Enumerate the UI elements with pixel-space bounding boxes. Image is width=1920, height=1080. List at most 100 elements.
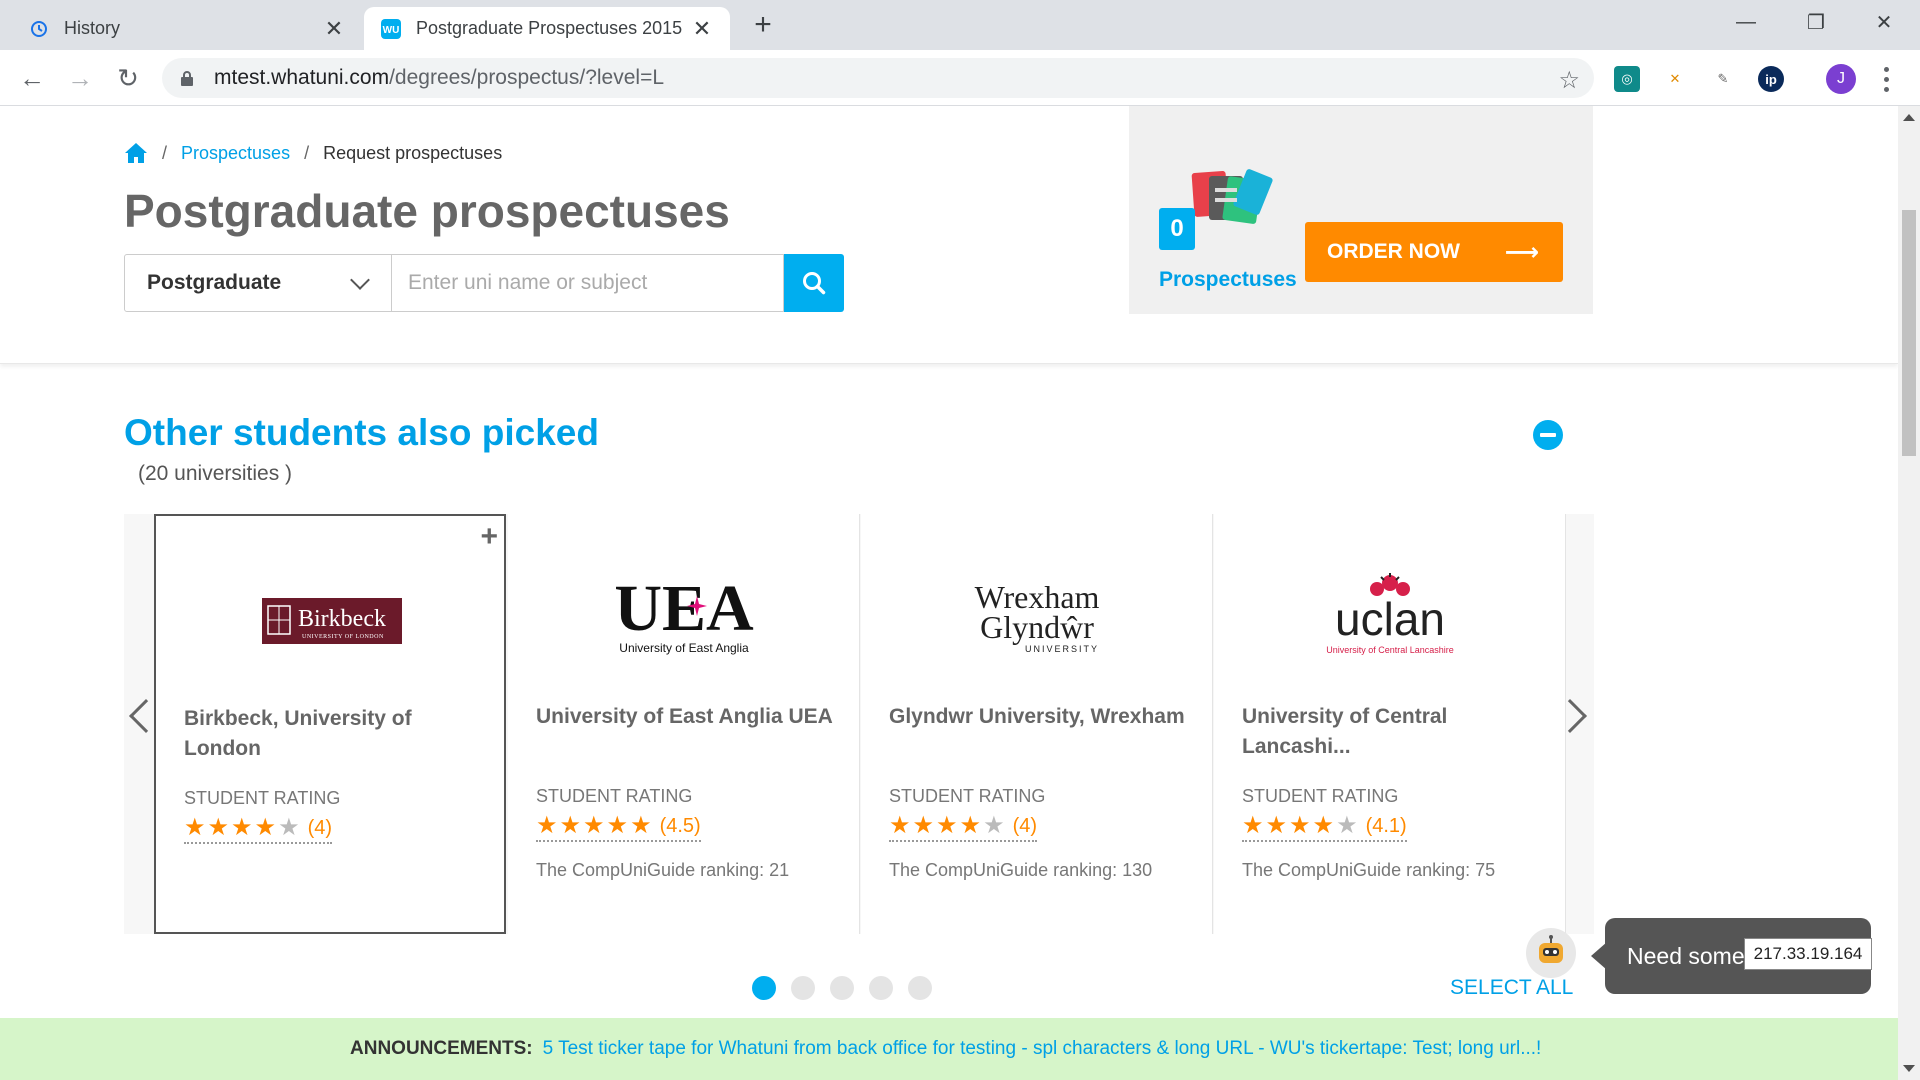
rating-label: STUDENT RATING	[536, 786, 693, 806]
tab-label: History	[64, 18, 121, 38]
rating-value: (4)	[1012, 814, 1038, 837]
university-name[interactable]: Birkbeck, University of London	[184, 704, 484, 764]
svg-text:UNIVERSITY: UNIVERSITY	[1025, 644, 1099, 654]
tab-history[interactable]: History ✕	[12, 7, 362, 50]
menu-icon[interactable]	[1874, 64, 1898, 94]
order-now-button[interactable]: ORDER NOW ⟶	[1305, 222, 1563, 282]
rating-value: (4.5)	[659, 814, 701, 837]
carousel-dot[interactable]	[908, 976, 932, 1000]
chatbot-avatar-icon[interactable]	[1526, 928, 1576, 978]
close-tab-icon[interactable]: ✕	[322, 16, 346, 42]
star-rating: ★ ★ ★ ★ ★ (4)	[889, 812, 1038, 842]
breadcrumb-separator: /	[304, 142, 310, 163]
star-icon: ★	[559, 812, 582, 839]
collapse-icon[interactable]	[1533, 420, 1563, 450]
scroll-up-icon[interactable]	[1903, 114, 1915, 121]
svg-text:WU: WU	[383, 25, 400, 36]
scrollbar-thumb[interactable]	[1902, 210, 1916, 456]
university-card[interactable]: UEA University of East Anglia University …	[508, 514, 860, 934]
star-icon: ★	[184, 814, 206, 841]
extension-icon[interactable]: ◎	[1614, 66, 1640, 92]
page-title: Postgraduate prospectuses	[124, 185, 730, 237]
star-icon: ★	[231, 814, 253, 841]
scroll-down-icon[interactable]	[1903, 1065, 1915, 1072]
level-select[interactable]: Postgraduate	[124, 254, 392, 312]
restore-icon[interactable]: ❐	[1786, 0, 1846, 44]
search-input[interactable]	[392, 254, 784, 312]
birkbeck-logo: Birkbeck UNIVERSITY OF LONDON	[156, 566, 508, 676]
svg-text:University of East Anglia: University of East Anglia	[619, 641, 749, 655]
home-icon[interactable]	[124, 142, 148, 164]
prospectus-basket-link[interactable]: Prospectuses	[1159, 268, 1297, 292]
star-icon: ★	[630, 812, 652, 839]
breadcrumb: / Prospectuses / Request prospectuses	[124, 142, 502, 164]
ticker-label: ANNOUNCEMENTS:	[350, 1038, 533, 1059]
star-rating: ★ ★ ★ ★ ★ (4.5)	[536, 814, 701, 842]
star-icon: ★	[606, 812, 629, 839]
page-scrollbar[interactable]	[1898, 106, 1920, 1080]
rating-label: STUDENT RATING	[184, 788, 341, 808]
extension-icon[interactable]: ✎	[1710, 66, 1736, 92]
carousel-pagination	[752, 976, 947, 1000]
star-icon: ★	[936, 812, 958, 839]
tab-prospectuses[interactable]: WU Postgraduate Prospectuses 2015 ✕	[364, 7, 730, 50]
close-window-icon[interactable]: ✕	[1854, 0, 1914, 44]
address-bar[interactable]: mtest.whatuni.com/degrees/prospectus/?le…	[162, 58, 1594, 98]
rating-label: STUDENT RATING	[889, 786, 1046, 806]
back-icon[interactable]: ←	[14, 60, 50, 96]
search-button[interactable]	[784, 254, 844, 312]
star-icon: ★	[983, 812, 1005, 839]
breadcrumb-prospectuses-link[interactable]: Prospectuses	[181, 143, 290, 164]
tab-label: Postgraduate Prospectuses 2015	[416, 18, 683, 38]
select-all-link[interactable]: SELECT ALL	[1450, 976, 1573, 1000]
rating-value: (4)	[307, 816, 333, 839]
search-icon	[803, 272, 826, 295]
level-select-value: Postgraduate	[147, 271, 282, 294]
star-icon: ★	[959, 812, 982, 839]
university-card[interactable]: uclan University of Central Lancashire Un…	[1214, 514, 1566, 934]
university-card[interactable]: + Birkbeck UNIVERSITY OF LONDON Birkbeck,…	[154, 514, 506, 934]
ticker-link[interactable]: 5 Test ticker tape for Whatuni from back…	[543, 1038, 1542, 1060]
star-icon: ★	[536, 812, 558, 839]
page-content: / Prospectuses / Request prospectuses Po…	[0, 106, 1898, 1080]
svg-text:UEA: UEA	[614, 574, 754, 645]
uea-logo: UEA University of East Anglia	[508, 564, 860, 674]
breadcrumb-current: Request prospectuses	[323, 142, 503, 163]
university-name[interactable]: University of East Anglia UEA	[536, 702, 836, 732]
tab-strip: History ✕ WU Postgraduate Prospectuses 2…	[0, 0, 1920, 50]
extension-icon[interactable]: ip	[1758, 66, 1784, 92]
carousel-dot[interactable]	[830, 976, 854, 1000]
ranking-text: The CompUniGuide ranking: 75	[1242, 860, 1496, 880]
svg-text:UNIVERSITY OF LONDON: UNIVERSITY OF LONDON	[302, 634, 384, 640]
star-icon: ★	[583, 812, 605, 839]
minimize-icon[interactable]: —	[1716, 0, 1776, 44]
university-name[interactable]: University of Central Lancashi...	[1242, 702, 1542, 762]
forward-icon[interactable]: →	[62, 60, 98, 96]
url-text: mtest.whatuni.com/degrees/prospectus/?le…	[214, 66, 665, 89]
profile-avatar[interactable]: J	[1826, 64, 1856, 94]
star-icon: ★	[1312, 812, 1335, 839]
carousel-dot[interactable]	[869, 976, 893, 1000]
star-icon: ★	[1265, 812, 1288, 839]
star-icon: ★	[912, 812, 935, 839]
svg-text:Glyndŵr: Glyndŵr	[980, 609, 1094, 645]
carousel-dot[interactable]	[791, 976, 815, 1000]
extension-icon[interactable]: ✕	[1662, 66, 1688, 92]
close-tab-icon[interactable]: ✕	[690, 16, 714, 42]
star-icon: ★	[278, 814, 300, 841]
university-card[interactable]: Wrexham Glyndŵr UNIVERSITY Glyndwr Univers…	[861, 514, 1213, 934]
svg-text:uclan: uclan	[1335, 593, 1445, 645]
university-name[interactable]: Glyndwr University, Wrexham	[889, 702, 1189, 732]
university-carousel: + Birkbeck UNIVERSITY OF LONDON Birkbeck,…	[124, 514, 1594, 934]
add-icon[interactable]: +	[480, 520, 498, 554]
wrexham-glyndwr-logo: Wrexham Glyndŵr UNIVERSITY	[861, 564, 1213, 674]
history-icon	[28, 18, 50, 40]
star-icon: ★	[254, 814, 277, 841]
new-tab-icon[interactable]: +	[746, 8, 780, 42]
reload-icon[interactable]: ↻	[110, 60, 146, 96]
breadcrumb-separator: /	[162, 142, 168, 163]
bookmark-star-icon[interactable]: ☆	[1558, 66, 1580, 95]
star-icon: ★	[207, 814, 230, 841]
star-icon: ★	[1289, 812, 1311, 839]
carousel-dot[interactable]	[752, 976, 776, 1000]
